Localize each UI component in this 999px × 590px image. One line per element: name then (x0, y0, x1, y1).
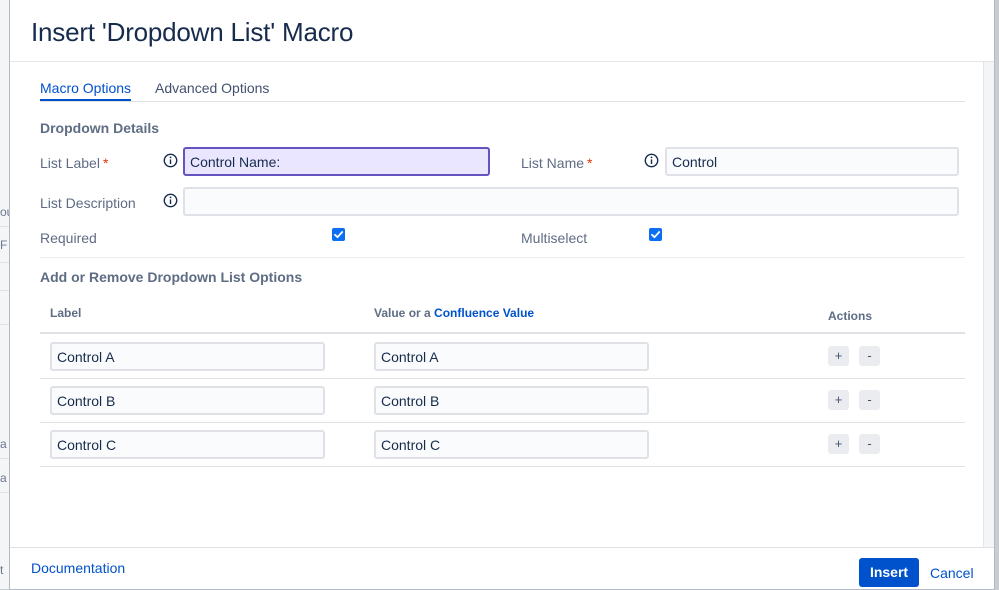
header-divider (10, 61, 994, 62)
checkmark-icon (334, 231, 344, 239)
info-circle-icon[interactable] (163, 153, 178, 168)
multiselect-label: Multiselect (521, 230, 588, 246)
remove-option-button[interactable]: - (859, 390, 880, 410)
column-header-value-text: Value or a (374, 306, 431, 320)
cancel-button[interactable]: Cancel (930, 565, 974, 581)
list-label-text: List Label (40, 155, 100, 171)
footer-divider (10, 547, 994, 548)
dropdown-details-heading: Dropdown Details (40, 120, 160, 136)
list-label-label: List Label * (40, 155, 108, 171)
list-name-label: List Name * (521, 155, 592, 171)
list-description-input[interactable] (183, 187, 959, 216)
required-marker: * (587, 155, 593, 171)
option-value-input[interactable] (374, 386, 649, 415)
list-name-input[interactable] (665, 147, 959, 176)
option-label-input[interactable] (50, 342, 325, 371)
column-header-actions: Actions (828, 309, 873, 323)
add-option-button[interactable]: + (828, 346, 849, 366)
column-header-label: Label (50, 306, 82, 320)
insert-button[interactable]: Insert (859, 558, 919, 587)
remove-option-button[interactable]: - (859, 346, 880, 366)
table-row-rule (40, 466, 965, 467)
list-label-input[interactable] (183, 147, 490, 176)
table-header-rule (40, 332, 965, 334)
add-option-button[interactable]: + (828, 390, 849, 410)
table-row-rule (40, 378, 965, 379)
tab-advanced-options[interactable]: Advanced Options (155, 80, 269, 96)
required-marker: * (102, 155, 109, 171)
tab-macro-options[interactable]: Macro Options (40, 80, 132, 101)
add-option-button[interactable]: + (828, 434, 849, 454)
option-label-input[interactable] (50, 386, 325, 415)
option-label-input[interactable] (50, 430, 325, 459)
required-checkbox[interactable] (332, 228, 345, 241)
confluence-value-link[interactable]: Confluence Value (434, 306, 534, 320)
column-header-value: Value or a Confluence Value (374, 306, 534, 320)
option-value-input[interactable] (374, 430, 649, 459)
remove-option-button[interactable]: - (859, 434, 880, 454)
insert-macro-dialog: Insert 'Dropdown List' Macro Macro Optio… (9, 0, 995, 590)
multiselect-checkbox[interactable] (649, 228, 662, 241)
info-circle-icon[interactable] (163, 193, 178, 208)
dropdown-options-heading: Add or Remove Dropdown List Options (40, 269, 303, 285)
documentation-link[interactable]: Documentation (31, 560, 125, 576)
dialog-title: Insert 'Dropdown List' Macro (31, 17, 354, 47)
info-circle-icon[interactable] (644, 153, 659, 168)
tab-bar: Macro Options Advanced Options (40, 78, 965, 102)
section-divider (40, 257, 965, 258)
checkmark-icon (651, 231, 661, 239)
option-value-input[interactable] (374, 342, 649, 371)
table-row-rule (40, 422, 965, 423)
dialog-scrollbar[interactable] (983, 62, 994, 548)
list-name-text: List Name (521, 155, 585, 171)
list-description-label: List Description (40, 195, 136, 211)
required-label: Required (40, 230, 97, 246)
